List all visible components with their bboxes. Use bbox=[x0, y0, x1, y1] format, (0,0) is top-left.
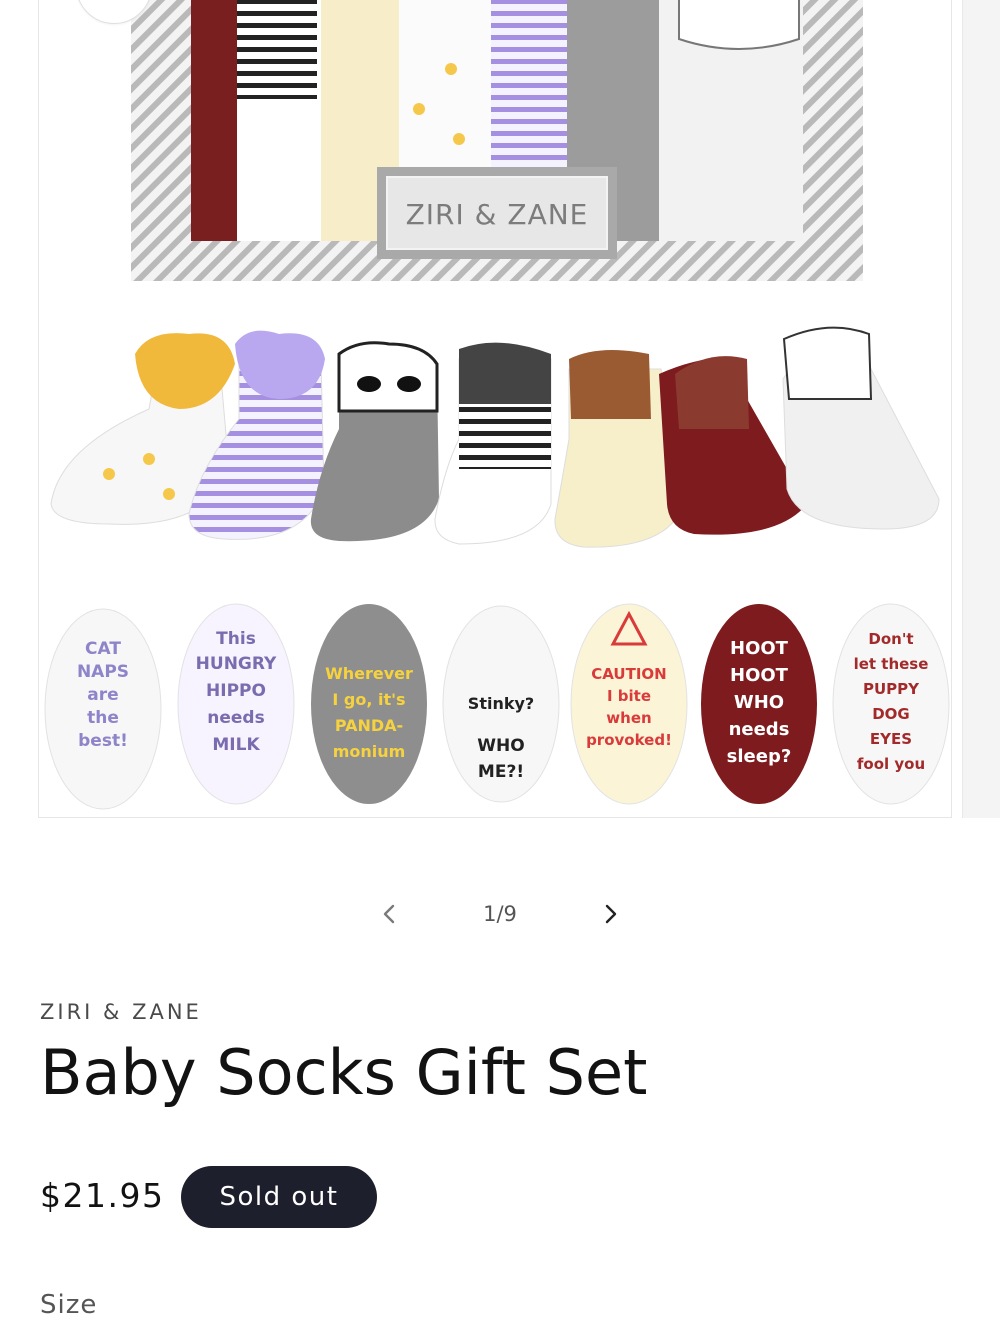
previous-slide-button[interactable] bbox=[366, 892, 410, 936]
svg-text:DOG: DOG bbox=[872, 705, 910, 723]
svg-text:HOOT: HOOT bbox=[730, 638, 789, 659]
product-image-gallery[interactable]: ZIRI & ZANE CAT NAPS are the best! This … bbox=[38, 0, 952, 818]
svg-text:sleep?: sleep? bbox=[727, 746, 792, 767]
svg-text:MILK: MILK bbox=[212, 735, 260, 755]
sold-out-badge: Sold out bbox=[181, 1166, 377, 1228]
product-title: Baby Socks Gift Set bbox=[40, 1036, 648, 1109]
svg-text:needs: needs bbox=[207, 708, 264, 728]
svg-text:provoked!: provoked! bbox=[586, 731, 672, 749]
svg-text:Wherever: Wherever bbox=[325, 664, 413, 683]
svg-text:are: are bbox=[87, 685, 118, 705]
svg-text:EYES: EYES bbox=[870, 730, 912, 748]
svg-text:CAUTION: CAUTION bbox=[591, 665, 666, 683]
svg-text:HIPPO: HIPPO bbox=[206, 681, 266, 701]
svg-text:PANDA-: PANDA- bbox=[335, 716, 403, 735]
svg-text:WHO: WHO bbox=[734, 692, 784, 713]
svg-text:Stinky?: Stinky? bbox=[468, 694, 534, 713]
svg-text:I bite: I bite bbox=[607, 687, 651, 705]
box-brand-label: ZIRI & ZANE bbox=[406, 198, 589, 231]
product-vendor: ZIRI & ZANE bbox=[40, 1000, 202, 1024]
svg-text:best!: best! bbox=[78, 731, 128, 751]
slide-counter: 1/9 bbox=[483, 902, 517, 926]
size-option-label: Size bbox=[40, 1290, 98, 1320]
next-slide-peek[interactable] bbox=[962, 0, 1000, 818]
svg-text:WHO: WHO bbox=[477, 736, 524, 756]
svg-text:PUPPY: PUPPY bbox=[863, 680, 920, 698]
svg-text:Don't: Don't bbox=[868, 630, 913, 648]
svg-text:ME?!: ME?! bbox=[478, 762, 524, 782]
svg-text:NAPS: NAPS bbox=[77, 662, 129, 682]
svg-text:HUNGRY: HUNGRY bbox=[196, 654, 277, 674]
svg-text:fool you: fool you bbox=[857, 755, 925, 773]
svg-text:the: the bbox=[87, 708, 119, 728]
svg-text:CAT: CAT bbox=[85, 639, 121, 659]
image-pager: 1/9 bbox=[0, 888, 1000, 942]
svg-text:This: This bbox=[216, 629, 256, 649]
product-photo: ZIRI & ZANE CAT NAPS are the best! This … bbox=[44, 0, 950, 810]
chevron-left-icon bbox=[383, 904, 395, 924]
chevron-right-icon bbox=[605, 904, 617, 924]
next-slide-button[interactable] bbox=[590, 892, 634, 936]
svg-text:let these: let these bbox=[854, 655, 929, 673]
svg-text:HOOT: HOOT bbox=[730, 665, 789, 686]
svg-text:I go, it's: I go, it's bbox=[332, 690, 405, 709]
product-price: $21.95 bbox=[40, 1176, 165, 1215]
svg-text:needs: needs bbox=[729, 719, 790, 740]
svg-text:monium: monium bbox=[333, 742, 406, 761]
svg-text:when: when bbox=[606, 709, 651, 727]
